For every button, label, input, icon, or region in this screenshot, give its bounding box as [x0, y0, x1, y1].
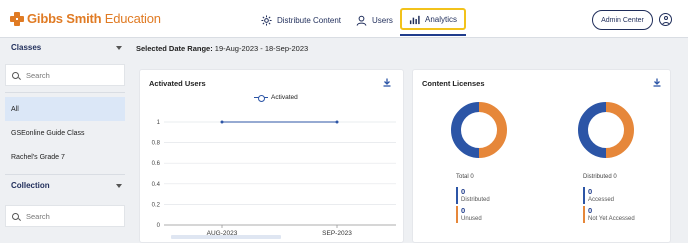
donut-slice-not-yet-accessed	[605, 102, 634, 158]
user-icon	[356, 15, 367, 26]
classes-header: Classes	[11, 43, 42, 52]
nav-label: Analytics	[424, 14, 457, 24]
class-item-rachels-grade-7[interactable]: Rachel's Grade 7	[5, 145, 125, 169]
divider	[5, 174, 125, 175]
date-range-label: Selected Date Range:	[136, 44, 213, 53]
brand-name: Gibbs Smith Education	[27, 11, 161, 26]
top-bar: Gibbs Smith Education Distribute Content…	[0, 0, 688, 38]
x-tick-label: SEP-2023	[322, 230, 352, 237]
donut-slice-distributed	[451, 102, 480, 158]
active-tab-indicator	[400, 34, 466, 36]
nav-distribute-content[interactable]: Distribute Content	[261, 10, 341, 30]
logo-mark-icon	[10, 11, 24, 26]
donut-caption-total: Total 0	[456, 174, 474, 180]
donut-caption-distributed: Distributed 0	[583, 174, 617, 180]
stat-not-yet-accessed: 0 Not Yet Accessed	[583, 206, 635, 223]
class-item-all[interactable]: All	[5, 97, 125, 121]
stat-unused: 0 Unused	[456, 206, 482, 223]
y-tick-label: 0	[157, 223, 161, 229]
admin-center-button[interactable]: Admin Center	[592, 10, 653, 30]
y-tick-label: 0.6	[152, 161, 161, 167]
search-placeholder: Search	[26, 211, 50, 221]
classes-chevron-down-icon[interactable]	[116, 46, 122, 50]
content-licenses-donuts	[451, 102, 634, 158]
y-tick-label: 0.2	[152, 202, 161, 208]
data-point	[220, 120, 224, 124]
y-tick-label: 0.4	[152, 182, 161, 188]
nav-analytics[interactable]: Analytics	[400, 8, 466, 30]
activated-users-panel: Activated Users Activated 1 0.8 0.6 0.4 0.2 0…	[139, 69, 404, 243]
divider	[5, 92, 125, 93]
nav-label: Distribute Content	[277, 15, 342, 25]
donut-slice-unused	[478, 102, 507, 158]
profile-icon[interactable]	[659, 13, 672, 26]
nav-users[interactable]: Users	[356, 10, 393, 30]
search-placeholder: Search	[26, 70, 50, 80]
collection-header: Collection	[11, 181, 50, 190]
activated-users-chart: 10.80.60.40.20AUG-2023 SEP-2023	[152, 120, 396, 239]
collection-chevron-down-icon[interactable]	[116, 184, 122, 188]
content-licenses-panel: Content Licenses Total 0 0 Distributed 0…	[412, 69, 671, 243]
distribute-icon	[261, 14, 272, 26]
search-icon	[12, 212, 19, 220]
nav-label: Users	[372, 15, 393, 25]
sidebar: Classes Search All GSEonline Guide Class…	[0, 38, 130, 243]
stat-accessed: 0 Accessed	[583, 187, 614, 204]
donut-slice-accessed	[578, 102, 607, 158]
search-icon	[12, 71, 19, 79]
class-item-gseonline-guide-class[interactable]: GSEonline Guide Class	[5, 121, 125, 145]
y-tick-label: 0.8	[152, 141, 161, 147]
stat-distributed: 0 Distributed	[456, 187, 490, 204]
classes-search-input[interactable]: Search	[5, 64, 125, 86]
data-point	[335, 120, 339, 124]
y-tick-label: 1	[157, 120, 161, 126]
chart-scrollbar	[171, 235, 281, 239]
collection-search-input[interactable]: Search	[5, 205, 125, 227]
date-range: Selected Date Range: 19-Aug-2023 - 18-Se…	[136, 44, 308, 53]
bar-chart-icon	[409, 15, 420, 24]
date-range-value: 19-Aug-2023 - 18-Sep-2023	[214, 44, 309, 53]
brand-logo[interactable]: Gibbs Smith Education	[10, 11, 161, 26]
